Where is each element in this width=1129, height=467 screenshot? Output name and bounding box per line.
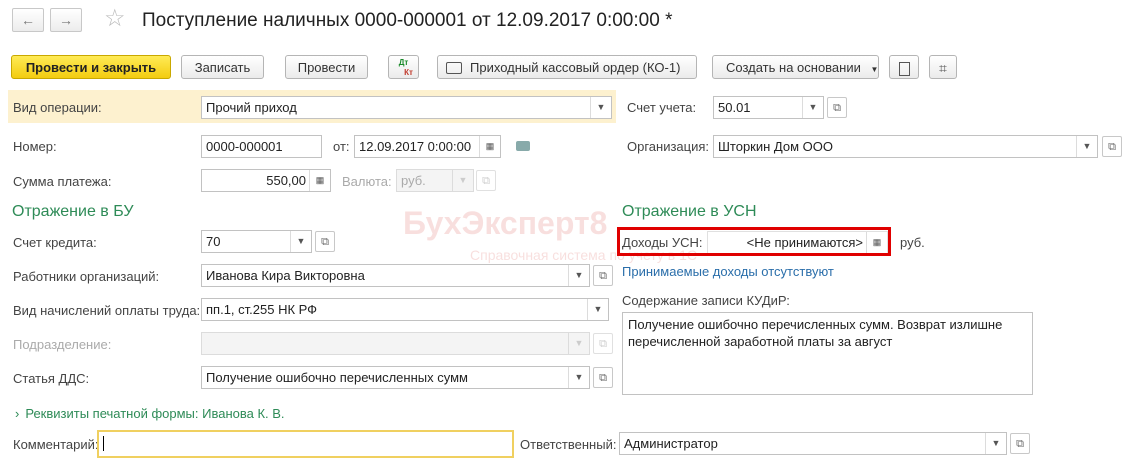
operation-field[interactable]: Прочий приход ▼ xyxy=(201,96,612,119)
post-button[interactable]: Провести xyxy=(285,55,368,79)
printer-icon xyxy=(446,61,462,74)
open-division-button: ⧉ xyxy=(593,333,613,354)
operation-label: Вид операции: xyxy=(13,100,102,115)
bu-section-heading: Отражение в БУ xyxy=(12,203,134,220)
open-employee-button[interactable]: ⧉ xyxy=(593,265,613,286)
employee-field[interactable]: Иванова Кира Викторовна ▼ xyxy=(201,264,590,287)
back-button[interactable]: ← xyxy=(12,8,44,32)
chevron-down-icon[interactable]: ▼ xyxy=(568,265,589,286)
chevron-down-icon[interactable]: ▼ xyxy=(802,97,823,118)
comment-label: Комментарий: xyxy=(13,437,99,452)
dds-label: Статья ДДС: xyxy=(13,371,90,386)
open-credit-account-button[interactable]: ⧉ xyxy=(315,231,335,252)
chevron-down-icon: ▼ xyxy=(568,333,589,354)
kudir-textarea[interactable]: Получение ошибочно перечисленных сумм. В… xyxy=(622,312,1033,395)
save-button[interactable]: Записать xyxy=(181,55,264,79)
forward-button[interactable]: → xyxy=(50,8,82,32)
organization-label: Организация: xyxy=(627,139,710,154)
chevron-right-icon: › xyxy=(15,406,20,421)
chevron-down-icon[interactable]: ▼ xyxy=(1076,136,1097,157)
number-label: Номер: xyxy=(13,139,57,154)
arrow-right-icon: → xyxy=(59,12,73,28)
date-label: от: xyxy=(333,139,350,154)
comment-field[interactable] xyxy=(97,430,514,458)
account-field[interactable]: 50.01 ▼ xyxy=(713,96,824,119)
print-details-link[interactable]: › Реквизиты печатной формы: Иванова К. В. xyxy=(15,406,285,421)
currency-label: Валюта: xyxy=(342,174,392,189)
division-field: ▼ xyxy=(201,332,590,355)
chevron-down-icon: ▼ xyxy=(870,65,879,74)
calendar-icon[interactable]: ▦ xyxy=(479,136,500,157)
calculator-icon[interactable]: ▦ xyxy=(309,170,330,191)
open-dds-button[interactable]: ⧉ xyxy=(593,367,613,388)
organization-field[interactable]: Шторкин Дом ООО ▼ xyxy=(713,135,1098,158)
chevron-down-icon[interactable]: ▼ xyxy=(290,231,311,252)
print-order-button[interactable]: Приходный кассовый ордер (КО-1) xyxy=(437,55,697,79)
post-and-close-button[interactable]: Провести и закрыть xyxy=(11,55,171,79)
credit-account-field[interactable]: 70 ▼ xyxy=(201,230,312,253)
check-icon[interactable] xyxy=(516,141,530,151)
kudir-label: Содержание записи КУДиР: xyxy=(622,293,790,308)
text-cursor xyxy=(103,436,104,452)
chevron-down-icon[interactable]: ▼ xyxy=(587,299,608,320)
dds-field[interactable]: Получение ошибочно перечисленных сумм ▼ xyxy=(201,366,590,389)
currency-field: руб. ▼ xyxy=(396,169,474,192)
usn-income-unit: руб. xyxy=(900,235,925,250)
open-responsible-button[interactable]: ⧉ xyxy=(1010,433,1030,454)
open-currency-button: ⧉ xyxy=(476,170,496,191)
highlight-callout xyxy=(617,227,891,256)
account-label: Счет учета: xyxy=(627,100,697,115)
payroll-type-field[interactable]: пп.1, ст.255 НК РФ ▼ xyxy=(201,298,609,321)
chevron-down-icon[interactable]: ▼ xyxy=(985,433,1006,454)
document-icon[interactable] xyxy=(889,55,919,79)
division-label: Подразделение: xyxy=(13,337,112,352)
paperclip-icon[interactable]: ⌗ xyxy=(929,55,957,79)
open-account-button[interactable]: ⧉ xyxy=(827,97,847,118)
create-based-on-button[interactable]: Создать на основании ▼ xyxy=(712,55,879,79)
page-title: Поступление наличных 0000-000001 от 12.0… xyxy=(142,10,673,31)
dt-kt-button[interactable]: Дт Кт xyxy=(388,55,419,79)
star-icon[interactable]: ☆ xyxy=(104,4,126,33)
sum-label: Сумма платежа: xyxy=(13,174,112,189)
number-field[interactable]: 0000-000001 xyxy=(201,135,322,158)
no-income-link[interactable]: Принимаемые доходы отсутствуют xyxy=(622,264,834,279)
watermark-logo: БухЭксперт8 xyxy=(403,205,608,241)
credit-account-label: Счет кредита: xyxy=(13,235,97,250)
payroll-type-label: Вид начислений оплаты труда: xyxy=(13,303,201,318)
date-field[interactable]: 12.09.2017 0:00:00 ▦ xyxy=(354,135,501,158)
usn-section-heading: Отражение в УСН xyxy=(622,203,757,220)
chevron-down-icon: ▼ xyxy=(452,170,473,191)
chevron-down-icon[interactable]: ▼ xyxy=(590,97,611,118)
chevron-down-icon[interactable]: ▼ xyxy=(568,367,589,388)
responsible-field[interactable]: Администратор ▼ xyxy=(619,432,1007,455)
responsible-label: Ответственный: xyxy=(520,437,617,452)
open-organization-button[interactable]: ⧉ xyxy=(1102,136,1122,157)
employee-label: Работники организаций: xyxy=(13,269,160,284)
arrow-left-icon: ← xyxy=(21,12,35,28)
sum-field[interactable]: 550,00 ▦ xyxy=(201,169,331,192)
